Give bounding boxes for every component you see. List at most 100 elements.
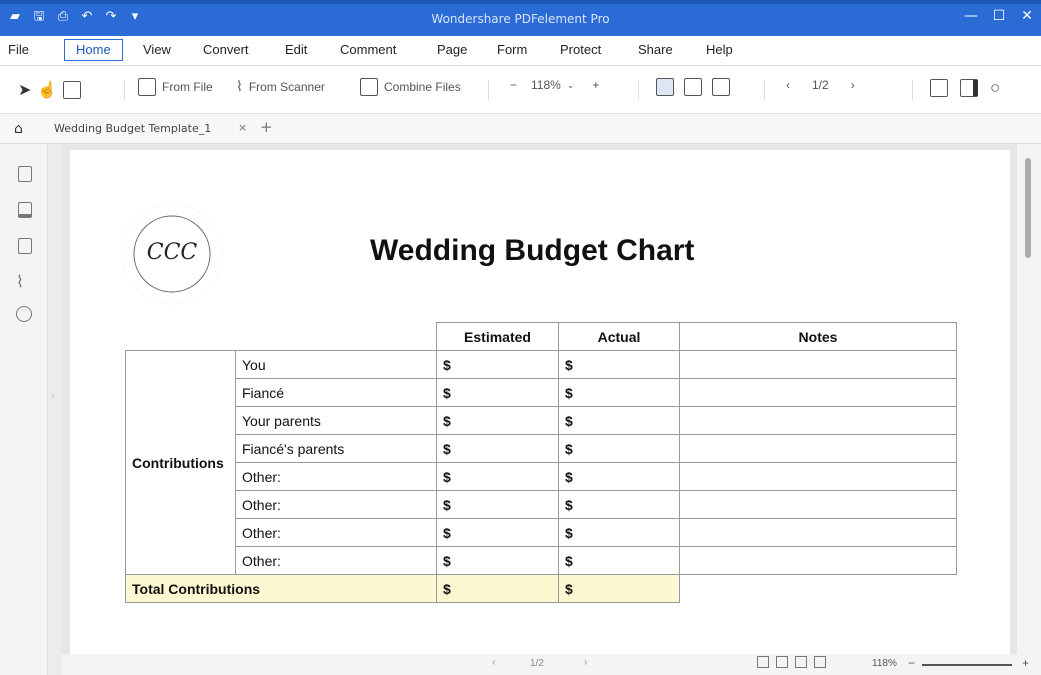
page-number-input[interactable]: 1/2	[812, 78, 829, 92]
zoom-slider[interactable]	[922, 664, 1012, 666]
total-actual-cell[interactable]: $	[558, 574, 680, 603]
menu-home[interactable]: Home	[64, 39, 123, 61]
ccc-logo: CCC	[120, 202, 224, 306]
left-sidebar: ⌇	[0, 144, 48, 675]
status-zoom-out[interactable]: −	[908, 656, 915, 670]
menu-comment[interactable]: Comment	[340, 42, 396, 57]
select-tool-icon[interactable]: ➤	[18, 80, 31, 100]
menu-page[interactable]: Page	[437, 42, 467, 57]
reading-mode-icon[interactable]	[960, 79, 978, 97]
zoom-select[interactable]: 118%	[531, 78, 561, 92]
notes-cell[interactable]	[679, 546, 957, 575]
status-zoom-value: 118%	[872, 658, 897, 669]
estimated-cell[interactable]: $	[436, 518, 559, 547]
menu-protect[interactable]: Protect	[560, 42, 601, 57]
prev-page-button[interactable]: ‹	[786, 78, 790, 92]
menu-help[interactable]: Help	[706, 42, 733, 57]
notes-cell[interactable]	[679, 490, 957, 519]
row-label: Other:	[235, 518, 437, 547]
hand-tool-icon[interactable]: ☝	[37, 80, 57, 100]
status-page-indicator[interactable]: 1/2	[530, 658, 544, 669]
two-page-view-icon[interactable]	[795, 656, 807, 668]
estimated-cell[interactable]: $	[436, 546, 559, 575]
home-icon[interactable]: ⌂	[14, 121, 23, 137]
notes-cell[interactable]	[679, 378, 957, 407]
actual-cell[interactable]: $	[558, 378, 680, 407]
search-panel-icon[interactable]	[16, 306, 32, 322]
actual-size-icon[interactable]	[712, 78, 730, 96]
row-label: Other:	[235, 546, 437, 575]
table-row: Fiancé's parents $ $	[126, 434, 957, 463]
status-next-page[interactable]: ›	[584, 657, 587, 668]
actual-cell[interactable]: $	[558, 350, 680, 379]
actual-cell[interactable]: $	[558, 406, 680, 435]
menu-view[interactable]: View	[143, 42, 171, 57]
actual-cell[interactable]: $	[558, 434, 680, 463]
estimated-cell[interactable]: $	[436, 490, 559, 519]
estimated-cell[interactable]: $	[436, 462, 559, 491]
actual-cell[interactable]: $	[558, 518, 680, 547]
from-file-button[interactable]: From File	[162, 80, 213, 94]
menu-edit[interactable]: Edit	[285, 42, 307, 57]
notes-cell[interactable]	[679, 434, 957, 463]
actual-cell[interactable]: $	[558, 490, 680, 519]
thumbnails-icon[interactable]	[18, 166, 32, 182]
maximize-button[interactable]: ☐	[985, 8, 1013, 24]
vertical-scrollbar[interactable]	[1017, 144, 1041, 675]
comments-icon[interactable]	[18, 238, 32, 254]
menu-file[interactable]: File	[8, 42, 29, 57]
estimated-cell[interactable]: $	[436, 350, 559, 379]
table-row: Other: $ $	[126, 518, 957, 547]
menu-share[interactable]: Share	[638, 42, 673, 57]
ribbon-toolbar: ➤ ☝ From File ⌇ From Scanner Combine Fil…	[0, 66, 1041, 114]
edit-tool-icon[interactable]	[63, 81, 82, 99]
zoom-in-button[interactable]: +	[592, 78, 599, 92]
tab-wedding-budget[interactable]: Wedding Budget Template_1	[54, 122, 211, 135]
chevron-down-icon[interactable]: ⌄	[567, 80, 575, 91]
new-tab-button[interactable]: +	[260, 118, 273, 136]
combine-files-icon	[360, 78, 378, 96]
notes-cell[interactable]	[679, 406, 957, 435]
minimize-button[interactable]: —	[957, 8, 985, 24]
continuous-view-icon[interactable]	[776, 656, 788, 668]
notes-cell[interactable]	[679, 462, 957, 491]
zoom-out-button[interactable]: −	[510, 78, 517, 92]
screenshot-icon[interactable]	[930, 79, 948, 97]
scanner-icon: ⌇	[236, 78, 243, 94]
close-tab-button[interactable]: ×	[238, 121, 247, 134]
status-zoom-in[interactable]: +	[1022, 656, 1029, 670]
title-bar: ▰ 🖫 ⎙ ↶ ↷ ▾ Wondershare PDFelement Pro —…	[0, 0, 1041, 36]
table-row: Fiancé $ $	[126, 378, 957, 407]
scrollbar-thumb[interactable]	[1025, 158, 1031, 258]
row-label: Other:	[235, 462, 437, 491]
row-label: Other:	[235, 490, 437, 519]
search-icon[interactable]: ○	[990, 78, 1000, 98]
menu-form[interactable]: Form	[497, 42, 527, 57]
notes-cell[interactable]	[679, 350, 957, 379]
bookmarks-icon[interactable]	[18, 202, 32, 218]
fit-width-icon[interactable]	[656, 78, 674, 96]
notes-cell[interactable]	[679, 518, 957, 547]
combine-files-button[interactable]: Combine Files	[384, 80, 461, 94]
estimated-cell[interactable]: $	[436, 378, 559, 407]
document-title: Wedding Budget Chart	[370, 234, 695, 267]
total-label: Total Contributions	[125, 574, 437, 603]
next-page-button[interactable]: ›	[851, 78, 855, 92]
header-estimated: Estimated	[436, 322, 559, 351]
sidebar-collapse-handle[interactable]: ›	[48, 144, 62, 675]
attachments-icon[interactable]: ⌇	[16, 272, 24, 291]
estimated-cell[interactable]: $	[436, 406, 559, 435]
status-prev-page[interactable]: ‹	[492, 657, 495, 668]
actual-cell[interactable]: $	[558, 462, 680, 491]
from-scanner-button[interactable]: From Scanner	[249, 80, 325, 94]
estimated-cell[interactable]: $	[436, 434, 559, 463]
single-page-view-icon[interactable]	[757, 656, 769, 668]
total-estimated-cell[interactable]: $	[436, 574, 559, 603]
menu-convert[interactable]: Convert	[203, 42, 249, 57]
header-actual: Actual	[558, 322, 680, 351]
fit-page-icon[interactable]	[684, 78, 702, 96]
actual-cell[interactable]: $	[558, 546, 680, 575]
grid-view-icon[interactable]	[814, 656, 826, 668]
close-button[interactable]: ✕	[1013, 8, 1041, 24]
row-label: Fiancé	[235, 378, 437, 407]
